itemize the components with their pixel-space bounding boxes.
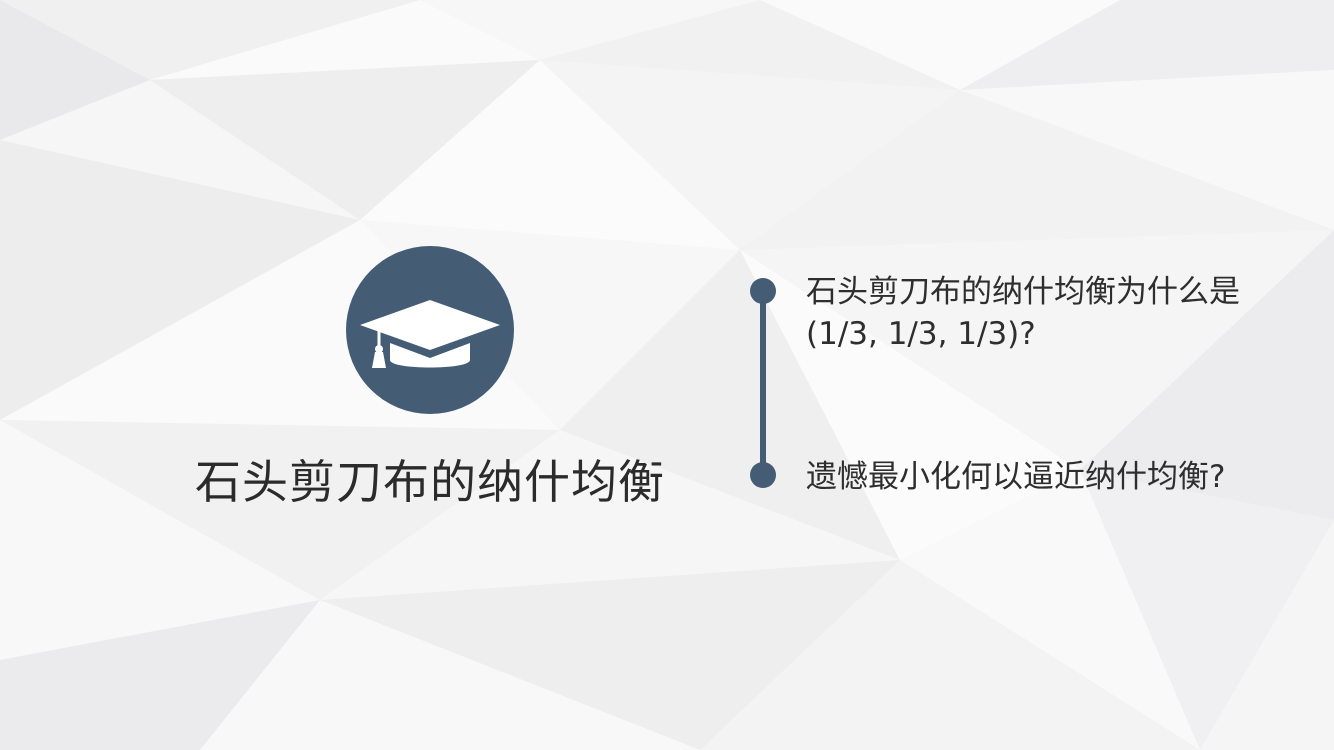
timeline-item-2: 遗憾最小化何以逼近纳什均衡? [806, 456, 1225, 498]
timeline-item-1: 石头剪刀布的纳什均衡为什么是 (1/3, 1/3, 1/3)? [806, 271, 1240, 355]
slide-title: 石头剪刀布的纳什均衡 [195, 455, 665, 509]
timeline-line [760, 290, 766, 475]
polygon-background [0, 0, 1334, 750]
graduation-cap-icon [360, 300, 500, 368]
timeline-item-1-line2: (1/3, 1/3, 1/3)? [806, 316, 1036, 352]
timeline-dot-1 [750, 278, 776, 304]
graduation-cap-badge [346, 246, 514, 414]
timeline-item-1-line1: 石头剪刀布的纳什均衡为什么是 [806, 274, 1240, 310]
timeline-dot-2 [750, 462, 776, 488]
timeline-item-2-line1: 遗憾最小化何以逼近纳什均衡? [806, 459, 1226, 495]
